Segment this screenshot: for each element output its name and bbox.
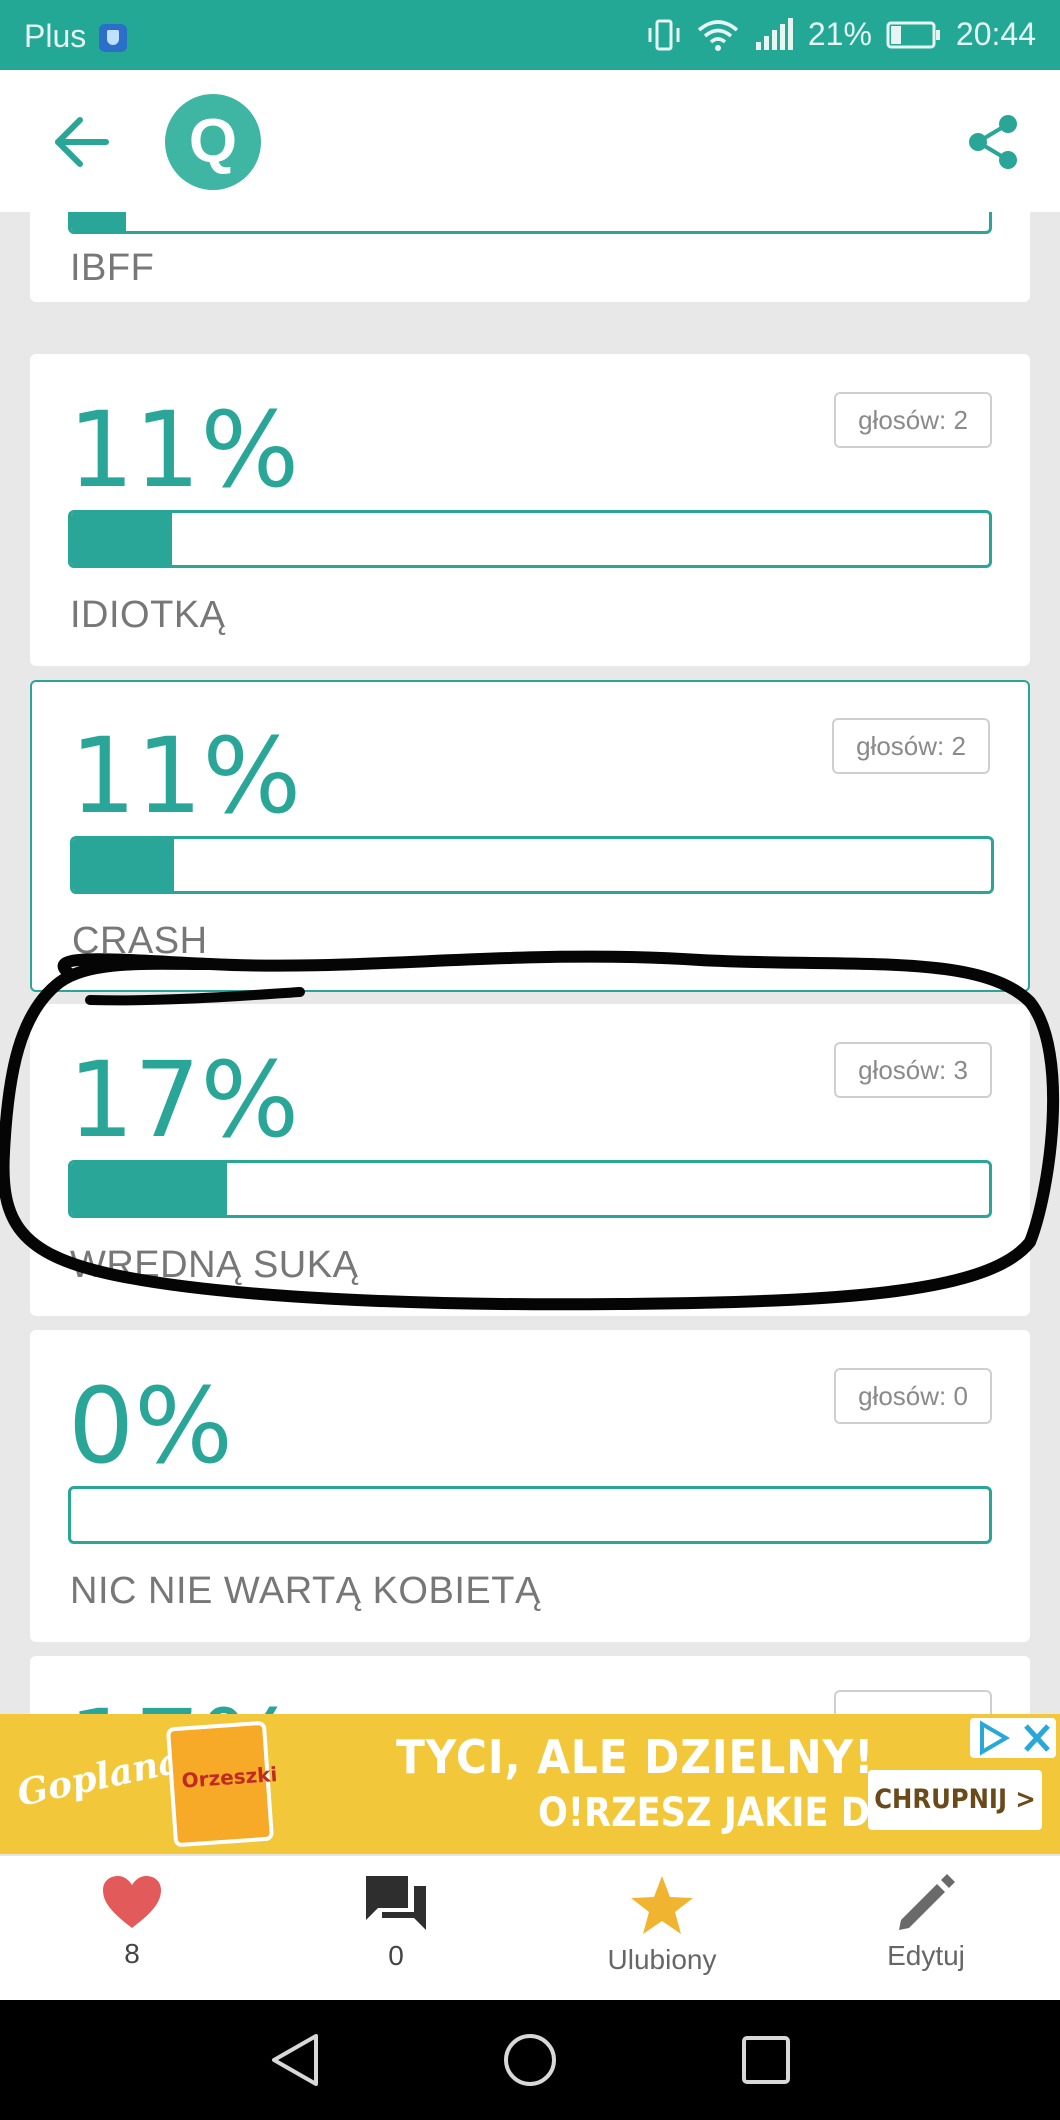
back-triangle-icon[interactable] <box>268 2032 322 2088</box>
progress-bar <box>68 510 992 568</box>
poll-option-card[interactable]: 11% głosów: 2 IDIOTKĄ <box>30 354 1030 666</box>
poll-option-card[interactable]: 0% głosów: 0 NIC NIE WARTĄ KOBIETĄ <box>30 1330 1030 1642</box>
edit-button[interactable]: Edytuj <box>826 1874 1026 1972</box>
comments-button[interactable]: 0 <box>296 1874 496 1972</box>
ad-cta-button[interactable]: CHRUPNIJ > <box>868 1770 1042 1830</box>
vpn-shield-icon <box>99 24 127 52</box>
comment-count: 0 <box>388 1940 404 1971</box>
clock: 20:44 <box>955 16 1036 52</box>
option-label: CRASH <box>72 920 208 962</box>
vote-count-badge: głosów: 2 <box>834 392 992 448</box>
vote-count-badge: głosów: 0 <box>834 1368 992 1424</box>
favorite-button[interactable]: Ulubiony <box>562 1874 762 1976</box>
progress-bar <box>68 1486 992 1544</box>
battery-icon <box>886 21 940 48</box>
poll-option-card[interactable]: IBFF <box>30 212 1030 302</box>
like-button[interactable]: 8 <box>32 1874 232 1970</box>
recents-square-icon[interactable] <box>740 2032 792 2088</box>
carrier-name: Plus <box>24 18 87 54</box>
vibrate-icon <box>648 19 680 50</box>
back-arrow-icon[interactable] <box>52 114 112 170</box>
pencil-icon <box>899 1874 955 1930</box>
share-icon[interactable] <box>968 114 1020 170</box>
system-navigation-bar <box>0 2000 1060 2120</box>
poll-option-card[interactable]: 17% <box>30 1656 1030 1714</box>
ad-product-name: Orzeszki <box>180 1762 279 1793</box>
ad-choices-icon[interactable] <box>970 1718 1056 1758</box>
ad-product-image: Orzeszki <box>165 1720 278 1848</box>
progress-fill <box>71 1163 228 1215</box>
option-label: IBFF <box>70 247 155 289</box>
app-header: Q <box>0 70 1060 212</box>
like-count: 8 <box>124 1938 140 1969</box>
favorite-label: Ulubiony <box>607 1944 717 1975</box>
edit-label: Edytuj <box>887 1940 965 1971</box>
comments-icon <box>366 1876 426 1930</box>
ad-banner[interactable]: Goplana Orzeszki TYCI, ALE DZIELNY! O!RZ… <box>0 1714 1060 1854</box>
progress-bar <box>68 1160 992 1218</box>
app-logo: Q <box>165 94 261 190</box>
bottom-action-bar: 8 0 Ulubiony Edytuj <box>0 1854 1060 2000</box>
home-circle-icon[interactable] <box>502 2032 558 2088</box>
progress-fill <box>73 839 174 891</box>
heart-icon <box>103 1876 161 1928</box>
option-label: IDIOTKĄ <box>70 594 226 636</box>
option-percent: 0% <box>68 1365 233 1487</box>
option-percent: 17% <box>68 1039 300 1161</box>
progress-fill <box>71 212 127 231</box>
progress-bar <box>68 212 992 234</box>
star-icon <box>631 1876 693 1934</box>
poll-option-card-selected[interactable]: 11% głosów: 2 CRASH <box>30 680 1030 992</box>
vote-count-badge: głosów: 3 <box>834 1042 992 1098</box>
battery-percent: 21% <box>807 16 872 52</box>
option-percent: 11% <box>70 715 302 837</box>
poll-results: IBFF 11% głosów: 2 IDIOTKĄ 11% głosów: 2… <box>0 212 1060 1714</box>
status-bar: Plus 21% 20:44 <box>0 0 1060 70</box>
ad-brand-logo: Goplana <box>13 1739 185 1815</box>
poll-option-card[interactable]: 17% głosów: 3 WREDNĄ SUKĄ <box>30 1004 1030 1316</box>
wifi-icon <box>697 19 739 51</box>
ad-headline: TYCI, ALE DZIELNY! <box>396 1730 875 1784</box>
vote-count-badge: głosów: 2 <box>832 718 990 774</box>
option-percent: 11% <box>68 389 300 511</box>
progress-fill <box>71 513 172 565</box>
signal-icon <box>755 17 793 50</box>
option-percent: 17% <box>68 1696 299 1714</box>
option-label: NIC NIE WARTĄ KOBIETĄ <box>70 1570 541 1612</box>
vote-count-badge <box>834 1690 992 1714</box>
option-label: WREDNĄ SUKĄ <box>70 1244 359 1286</box>
progress-bar <box>70 836 994 894</box>
